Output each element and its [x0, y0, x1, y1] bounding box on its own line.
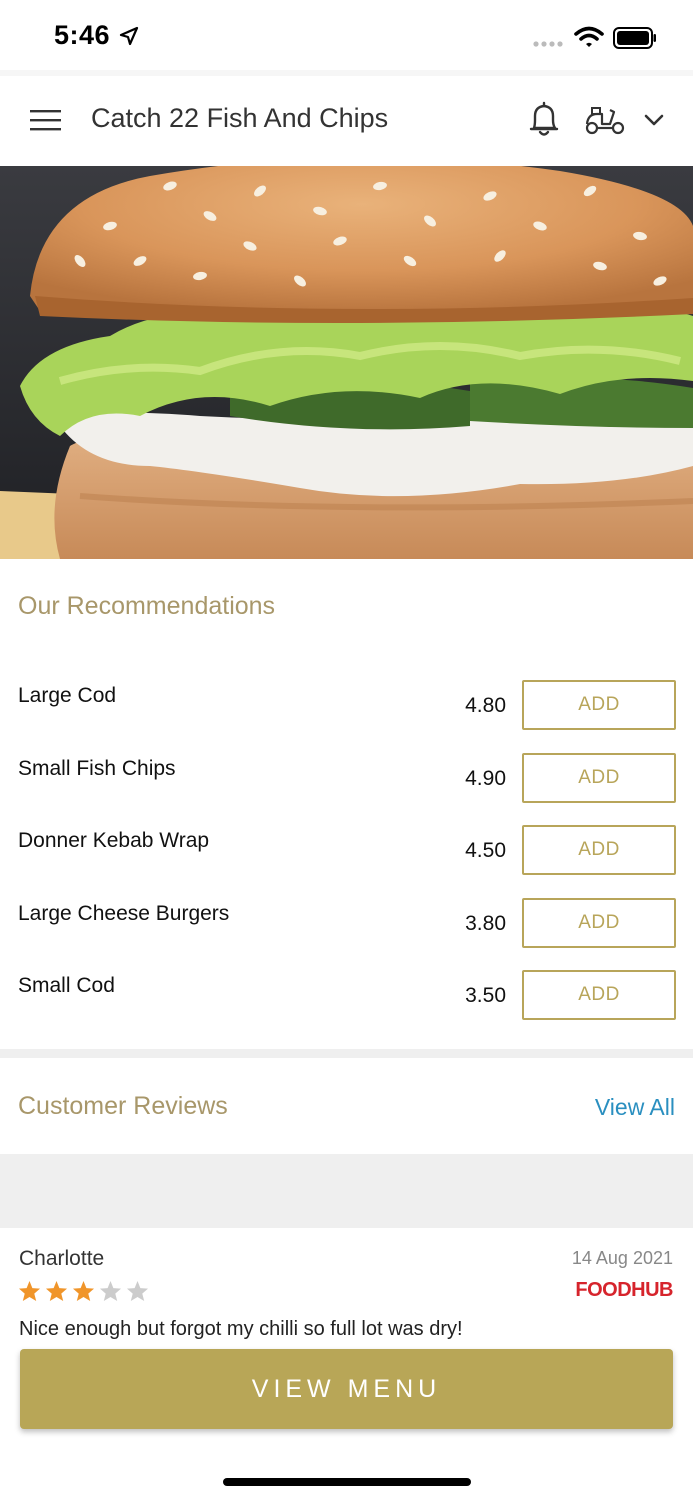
item-price: 3.50: [465, 984, 506, 1007]
recommendation-row: Large Cheese Burgers 3.80 ADD: [0, 898, 693, 974]
item-name: Large Cod: [18, 684, 117, 707]
item-name: Donner Kebab Wrap: [18, 829, 210, 852]
item-price: 4.80: [465, 694, 506, 717]
view-all-link[interactable]: View All: [595, 1094, 675, 1121]
item-name: Small Cod: [18, 974, 115, 997]
item-price: 4.50: [465, 839, 506, 862]
recommendation-row: Small Cod 3.50 ADD: [0, 970, 693, 1046]
view-menu-button[interactable]: VIEW MENU: [20, 1349, 673, 1429]
review-text: Nice enough but forgot my chilli so full…: [19, 1318, 463, 1340]
home-indicator: [223, 1478, 471, 1486]
add-button[interactable]: ADD: [522, 825, 676, 875]
hero-burger-image: [0, 166, 693, 559]
review-author: Charlotte: [19, 1247, 105, 1270]
item-name: Large Cheese Burgers: [18, 902, 230, 925]
star-filled-icon: [18, 1280, 41, 1302]
app-header: Catch 22 Fish And Chips: [0, 76, 693, 166]
recommendation-row: Small Fish Chips 4.90 ADD: [0, 753, 693, 829]
item-price: 4.90: [465, 767, 506, 790]
recommendation-row: Large Cod 4.80 ADD: [0, 680, 693, 756]
recommendation-row: Donner Kebab Wrap 4.50 ADD: [0, 825, 693, 901]
star-empty-icon: [99, 1280, 122, 1302]
foodhub-logo: FOODHUB: [575, 1279, 673, 1301]
restaurant-title: Catch 22 Fish And Chips: [91, 103, 389, 133]
status-time: 5:46: [54, 20, 111, 50]
star-empty-icon: [126, 1280, 149, 1302]
cellular-signal-icon: [533, 41, 563, 47]
chevron-down-icon[interactable]: [643, 112, 665, 128]
wifi-icon: [574, 26, 604, 47]
star-filled-icon: [45, 1280, 68, 1302]
star-filled-icon: [72, 1280, 95, 1302]
item-price: 3.80: [465, 912, 506, 935]
reviews-gray-band: [0, 1154, 693, 1228]
location-arrow-icon: [119, 26, 139, 46]
star-rating: [18, 1280, 149, 1302]
scooter-icon[interactable]: [584, 104, 626, 136]
status-bar: 5:46: [0, 0, 693, 70]
add-button[interactable]: ADD: [522, 898, 676, 948]
section-divider: [0, 1049, 693, 1058]
bell-icon[interactable]: [528, 100, 560, 138]
review-date: 14 Aug 2021: [571, 1248, 673, 1268]
add-button[interactable]: ADD: [522, 680, 676, 730]
reviews-title: Customer Reviews: [18, 1092, 228, 1120]
item-name: Small Fish Chips: [18, 757, 176, 780]
add-button[interactable]: ADD: [522, 753, 676, 803]
battery-icon: [613, 27, 656, 49]
add-button[interactable]: ADD: [522, 970, 676, 1020]
recommendations-title: Our Recommendations: [18, 592, 276, 620]
hamburger-menu-icon[interactable]: [30, 109, 61, 131]
